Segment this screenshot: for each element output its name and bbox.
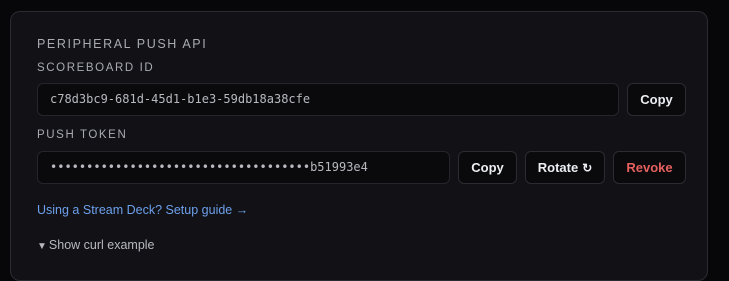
scoreboard-id-label: SCOREBOARD ID: [37, 62, 155, 74]
stream-deck-setup-guide-link[interactable]: Using a Stream Deck? Setup guide →: [37, 203, 248, 217]
push-token-field[interactable]: ••••••••••••••••••••••••••••••••••••b519…: [37, 151, 450, 184]
show-curl-example-label: Show curl example: [48, 238, 155, 252]
show-curl-example-toggle[interactable]: ▼ Show curl example: [37, 238, 155, 252]
push-token-label: PUSH TOKEN: [37, 129, 128, 141]
revoke-token-button[interactable]: Revoke: [613, 151, 686, 184]
revoke-button-label: Revoke: [626, 160, 673, 175]
push-api-card: PERIPHERAL PUSH API SCOREBOARD ID c78d3b…: [10, 11, 708, 281]
copy-button-label: Copy: [471, 160, 504, 175]
copy-scoreboard-id-button[interactable]: Copy: [627, 83, 686, 116]
rotate-icon: ↻: [582, 160, 593, 175]
copy-button-label: Copy: [640, 92, 673, 107]
copy-token-button[interactable]: Copy: [458, 151, 517, 184]
scoreboard-id-field[interactable]: c78d3bc9-681d-45d1-b1e3-59db18a38cfe: [37, 83, 619, 116]
caret-down-icon: ▼: [37, 241, 47, 252]
rotate-token-button[interactable]: Rotate ↻: [525, 151, 605, 184]
rotate-button-label: Rotate: [537, 160, 579, 175]
section-title: PERIPHERAL PUSH API: [37, 37, 208, 51]
